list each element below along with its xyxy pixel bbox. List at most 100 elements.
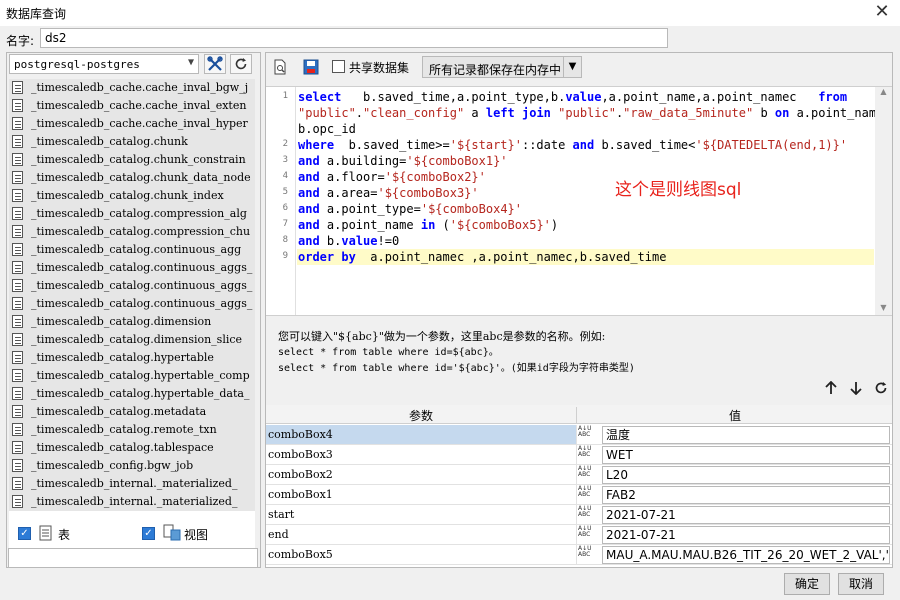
save-sql-button[interactable] — [300, 56, 322, 78]
parameter-value[interactable]: WET — [602, 446, 890, 464]
editor-scrollbar[interactable]: ▲ ▼ — [875, 87, 892, 315]
table-name: _timescaledb_catalog.chunk_index — [31, 189, 224, 202]
format-sql-button[interactable] — [269, 56, 291, 78]
sql-editor[interactable]: 1 2 3 4 5 6 7 8 9 select b.saved_time,a.point_ty… — [266, 86, 892, 316]
table-list-item[interactable]: _timescaledb_internal._materialized_ — [9, 493, 255, 511]
table-list-item[interactable]: _timescaledb_catalog.continuous_agg — [9, 241, 255, 259]
table-list-item[interactable]: _timescaledb_catalog.dimension — [9, 313, 255, 331]
refresh-tables-button[interactable] — [230, 54, 252, 74]
table-checkbox[interactable]: ✓ — [18, 527, 31, 540]
table-icon — [12, 405, 23, 418]
document-search-icon — [274, 59, 286, 75]
param-value-header: 值 — [728, 409, 741, 423]
table-icon — [12, 369, 23, 382]
line-number: 5 — [282, 187, 288, 197]
table-list-item[interactable]: _timescaledb_catalog.tablespace — [9, 439, 255, 457]
table-list-item[interactable]: _timescaledb_catalog.metadata — [9, 403, 255, 421]
table-list-item[interactable]: _timescaledb_catalog.hypertable_data_ — [9, 385, 255, 403]
parameter-value[interactable]: 温度 — [602, 426, 890, 444]
view-checkbox[interactable]: ✓ — [142, 527, 155, 540]
object-filter-panel: ✓ 表 ✓ 视图 — [6, 518, 261, 568]
table-list-scrollbar[interactable] — [256, 79, 260, 563]
table-list-item[interactable]: _timescaledb_cache.cache_inval_hyper — [9, 115, 255, 133]
line-number: 9 — [282, 251, 288, 261]
ok-button[interactable]: 确定 — [784, 573, 830, 595]
table-list-item[interactable]: _timescaledb_catalog.chunk_index — [9, 187, 255, 205]
parameter-name: start — [266, 505, 577, 524]
parameter-value[interactable]: FAB2 — [602, 486, 890, 504]
parameter-row[interactable]: comboBox4 A↓U ABC 温度 — [266, 425, 892, 445]
parameter-value[interactable]: 2021-07-21 — [602, 526, 890, 544]
table-name: _timescaledb_catalog.hypertable — [31, 351, 214, 364]
string-type-icon[interactable]: A↓U ABC — [578, 466, 598, 484]
name-input[interactable] — [40, 28, 668, 48]
parameter-row[interactable]: comboBox1 A↓U ABC FAB2 — [266, 485, 892, 505]
table-list-item[interactable]: _timescaledb_catalog.compression_chu — [9, 223, 255, 241]
parameter-value[interactable]: L20 — [602, 466, 890, 484]
sql-code[interactable]: select b.saved_time,a.point_type,b.value… — [297, 87, 891, 315]
table-list-item[interactable]: _timescaledb_cache.cache_inval_bgw_j — [9, 79, 255, 97]
string-type-icon[interactable]: A↓U ABC — [578, 526, 598, 544]
parameter-row[interactable]: end A↓U ABC 2021-07-21 — [266, 525, 892, 545]
table-list[interactable]: _timescaledb_cache.cache_inval_bgw_j _tim… — [9, 79, 255, 563]
refresh-params-icon[interactable] — [874, 381, 888, 395]
line-number: 2 — [282, 139, 288, 149]
sql-line-6: and a.point_type='${comboBox4}' — [298, 202, 522, 216]
parameter-name: comboBox3 — [266, 445, 577, 464]
parameter-value[interactable]: MAU_A.MAU.MAU.B26_TIT_26_20_WET_2_VAL','… — [602, 546, 890, 564]
parameter-table[interactable]: 参数 值 comboBox4 A↓U ABC 温度 comboBox3 A↓U ABC W… — [266, 405, 892, 567]
string-type-icon[interactable]: A↓U ABC — [578, 506, 598, 524]
table-list-item[interactable]: _timescaledb_internal._materialized_ — [9, 475, 255, 493]
table-list-item[interactable]: _timescaledb_catalog.continuous_aggs_ — [9, 277, 255, 295]
table-list-item[interactable]: _timescaledb_catalog.continuous_aggs_ — [9, 295, 255, 313]
table-name: _timescaledb_cache.cache_inval_bgw_j — [31, 81, 249, 94]
parameter-value[interactable]: 2021-07-21 — [602, 506, 890, 524]
connection-settings-button[interactable] — [204, 54, 226, 74]
parameter-name: comboBox5 — [266, 545, 577, 564]
string-type-icon[interactable]: A↓U ABC — [578, 426, 598, 444]
string-type-icon[interactable]: A↓U ABC — [578, 446, 598, 464]
table-list-item[interactable]: _timescaledb_catalog.dimension_slice — [9, 331, 255, 349]
string-type-icon[interactable]: A↓U ABC — [578, 546, 598, 564]
table-icon — [12, 441, 23, 454]
table-list-item[interactable]: _timescaledb_catalog.remote_txn — [9, 421, 255, 439]
table-list-item[interactable]: _timescaledb_catalog.chunk_data_node — [9, 169, 255, 187]
parameter-row[interactable]: comboBox2 A↓U ABC L20 — [266, 465, 892, 485]
string-type-icon[interactable]: A↓U ABC — [578, 486, 598, 504]
table-name: _timescaledb_catalog.hypertable_data_ — [31, 387, 250, 400]
close-icon[interactable]: ✕ — [872, 2, 892, 22]
scroll-down-icon[interactable]: ▼ — [875, 303, 892, 315]
table-list-item[interactable]: _timescaledb_catalog.compression_alg — [9, 205, 255, 223]
sql-line-9: order by a.point_namec ,a.point_namec,b.… — [297, 249, 874, 265]
scroll-up-icon[interactable]: ▲ — [875, 87, 892, 101]
parameter-row[interactable]: start A↓U ABC 2021-07-21 — [266, 505, 892, 525]
sql-line-1-wrap-2: b.opc_id — [298, 122, 356, 136]
table-list-item[interactable]: _timescaledb_cache.cache_inval_exten — [9, 97, 255, 115]
table-icon — [39, 525, 52, 541]
line-number: 6 — [282, 203, 288, 213]
cancel-button[interactable]: 取消 — [838, 573, 884, 595]
table-icon — [12, 189, 23, 202]
table-icon — [12, 117, 23, 130]
table-list-item[interactable]: _timescaledb_catalog.chunk_constrain — [9, 151, 255, 169]
table-name: _timescaledb_catalog.continuous_agg — [31, 243, 242, 256]
share-dataset-checkbox[interactable] — [332, 60, 345, 73]
table-filter-input[interactable] — [8, 548, 258, 568]
database-select[interactable]: postgresql-postgres ▼ — [9, 54, 199, 74]
view-filter-label: 视图 — [184, 528, 209, 542]
move-up-icon[interactable] — [824, 381, 838, 395]
parameter-name: comboBox1 — [266, 485, 577, 504]
parameter-row[interactable]: comboBox5 A↓U ABC MAU_A.MAU.MAU.B26_TIT_26… — [266, 545, 892, 565]
parameter-row[interactable]: comboBox3 A↓U ABC WET — [266, 445, 892, 465]
annotation-text: 这个是则线图sql — [615, 180, 742, 200]
table-list-item[interactable]: _timescaledb_catalog.chunk — [9, 133, 255, 151]
help-line-2: select * from table where id=${abc}。 — [278, 347, 499, 358]
table-list-item[interactable]: _timescaledb_config.bgw_job — [9, 457, 255, 475]
move-down-icon[interactable] — [849, 381, 863, 395]
table-list-item[interactable]: _timescaledb_catalog.continuous_aggs_ — [9, 259, 255, 277]
help-line-1: 您可以键入"${abc}"做为一个参数，这里abc是参数的名称。例如: — [278, 330, 606, 343]
memory-mode-select[interactable]: 所有记录都保存在内存中 ▼ — [422, 56, 582, 78]
table-list-item[interactable]: _timescaledb_catalog.hypertable — [9, 349, 255, 367]
help-line-3: select * from table where id='${abc}'。(如… — [278, 363, 635, 374]
table-list-item[interactable]: _timescaledb_catalog.hypertable_comp — [9, 367, 255, 385]
